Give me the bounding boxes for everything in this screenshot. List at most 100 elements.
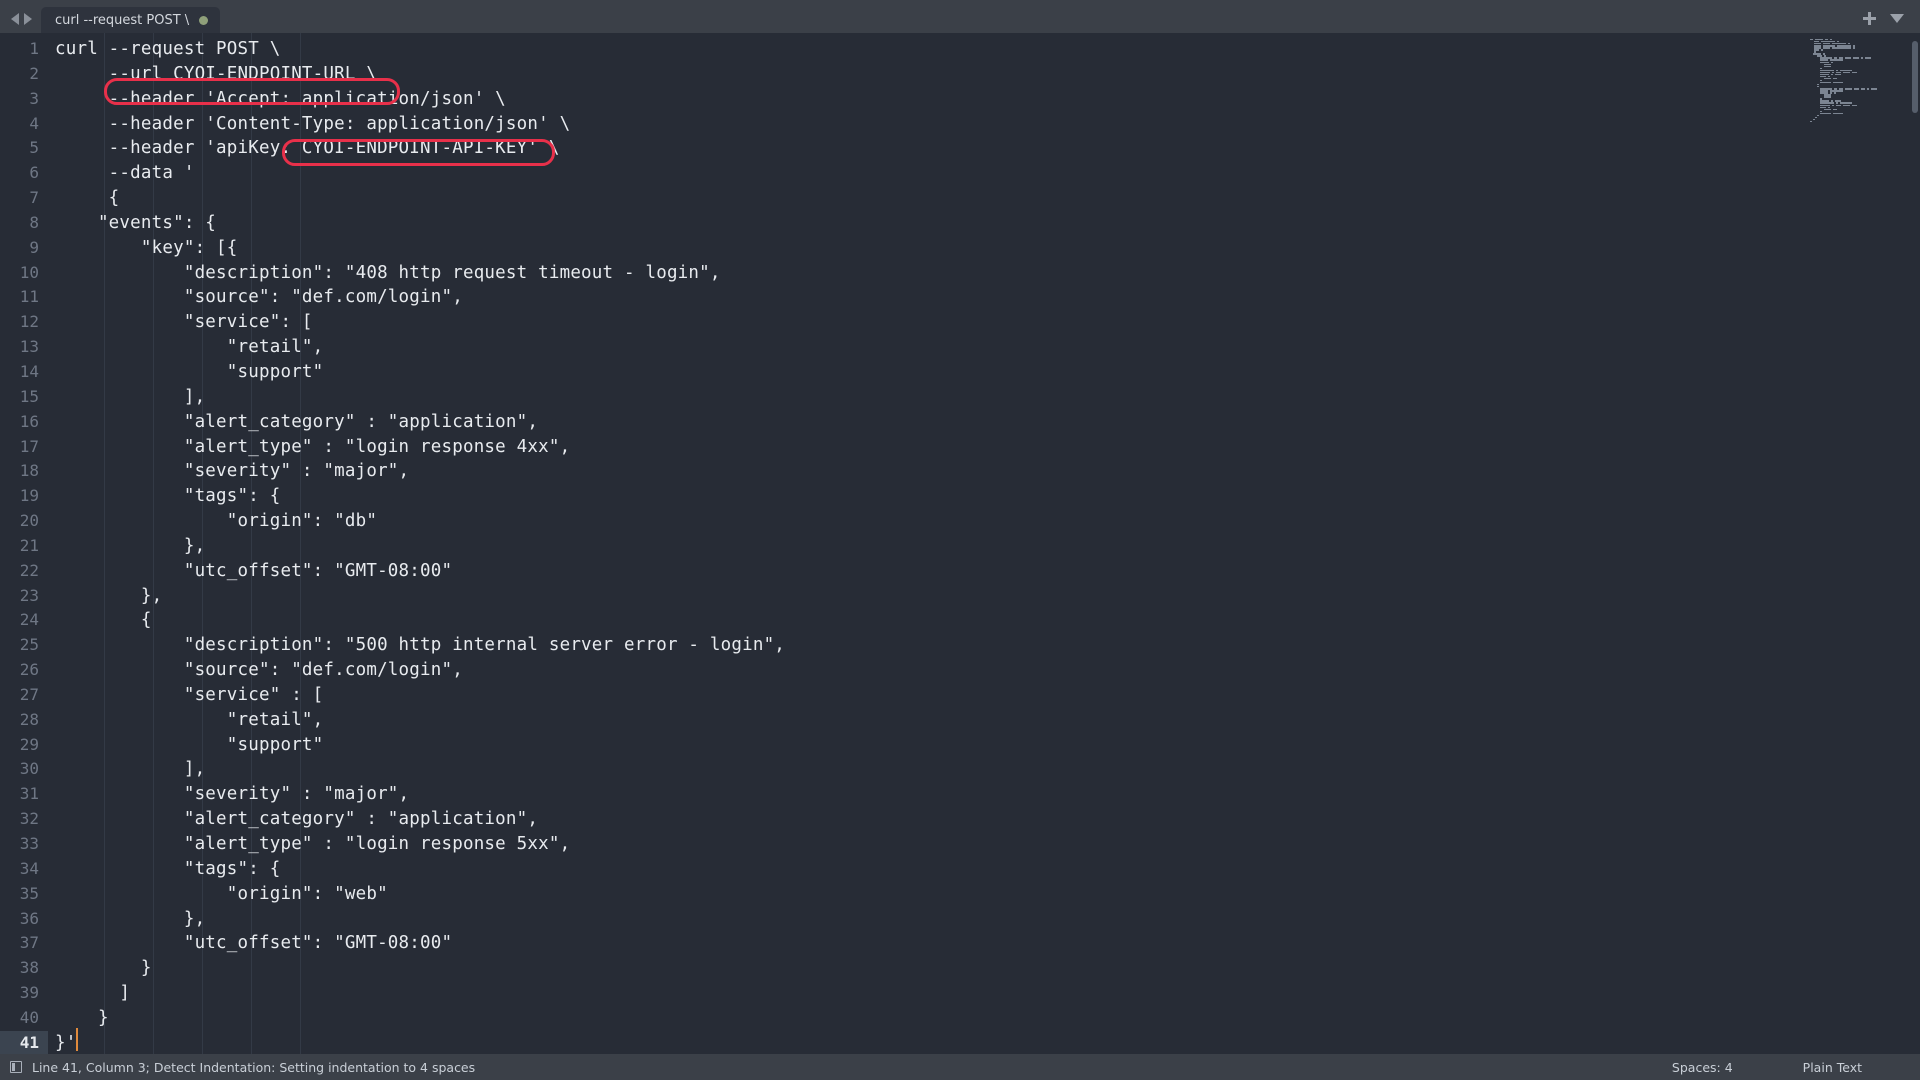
line-text: "source": "def.com/login", [55,287,463,308]
line-text: "retail", [55,337,324,358]
code-editor[interactable]: 1 curl --request POST \ 2 --url CYOI-ENDPO… [0,33,1920,1054]
panel-toggle-icon[interactable] [10,1061,22,1073]
code-line[interactable]: 9 "key": [{ [0,236,1920,261]
line-text: "events": { [55,212,217,233]
line-text: "alert_category" : "application", [55,809,539,830]
code-line[interactable]: 1 curl --request POST \ [0,37,1920,62]
code-line[interactable]: 15 ], [0,385,1920,410]
code-line[interactable]: 10 "description": "408 http request time… [0,261,1920,286]
line-number: 7 [29,188,39,208]
editor-tab-label: curl --request POST \ [55,12,190,28]
line-number: 27 [19,684,39,704]
chevron-down-icon[interactable] [1890,14,1904,23]
line-text: ], [55,386,206,407]
tab-bar-actions [1863,12,1920,33]
code-line[interactable]: 37 "utc_offset": "GMT-08:00" [0,931,1920,956]
line-number: 5 [29,138,39,158]
code-line[interactable]: 20 "origin": "db" [0,509,1920,534]
code-line[interactable]: 22 "utc_offset": "GMT-08:00" [0,559,1920,584]
line-number: 2 [29,63,39,83]
code-lines[interactable]: 1 curl --request POST \ 2 --url CYOI-ENDPO… [0,33,1920,1054]
code-line[interactable]: 29 "support" [0,733,1920,758]
line-number: 37 [19,933,39,953]
status-bar: Line 41, Column 3; Detect Indentation: S… [0,1054,1920,1080]
line-number: 24 [19,610,39,630]
code-line[interactable]: 36 }, [0,907,1920,932]
line-text: "utc_offset": "GMT-08:00" [55,560,453,581]
line-text: "service" : [ [55,684,324,705]
unsaved-dot-icon[interactable] [199,15,209,25]
line-text: "service": [ [55,312,313,333]
status-message: Line 41, Column 3; Detect Indentation: S… [32,1059,476,1075]
line-text: "tags": { [55,858,281,879]
arrow-right-icon[interactable] [24,13,32,25]
arrow-left-icon[interactable] [11,13,19,25]
code-line[interactable]: 31 "severity" : "major", [0,782,1920,807]
code-line[interactable]: 4 --header 'Content-Type: application/js… [0,112,1920,137]
line-text: }, [55,585,163,606]
code-line[interactable]: 19 "tags": { [0,484,1920,509]
code-line[interactable]: 24 { [0,608,1920,633]
line-text: "key": [{ [55,237,238,258]
line-text: "alert_category" : "application", [55,411,539,432]
code-line[interactable]: 3 --header 'Accept: application/json' \ [0,87,1920,112]
code-line[interactable]: 14 "support" [0,360,1920,385]
code-line[interactable]: 13 "retail", [0,335,1920,360]
code-line[interactable]: 39 ] [0,981,1920,1006]
code-line[interactable]: 16 "alert_category" : "application", [0,410,1920,435]
code-line[interactable]: 32 "alert_category" : "application", [0,807,1920,832]
line-number: 34 [19,858,39,878]
code-line[interactable]: 33 "alert_type" : "login response 5xx", [0,832,1920,857]
line-text: "support" [55,734,324,755]
code-line[interactable]: 8 "events": { [0,211,1920,236]
code-line[interactable]: 12 "service": [ [0,310,1920,335]
line-text: "retail", [55,709,324,730]
code-line[interactable]: 11 "source": "def.com/login", [0,285,1920,310]
line-text: --header 'apiKey: CYOI-ENDPOINT-API-KEY'… [55,138,560,159]
line-text: "severity" : "major", [55,461,410,482]
line-number: 18 [19,461,39,481]
line-number: 29 [19,734,39,754]
code-line[interactable]: 30 ], [0,757,1920,782]
line-number: 6 [29,163,39,183]
code-line[interactable]: 7 { [0,186,1920,211]
line-number: 19 [19,486,39,506]
line-number: 20 [19,511,39,531]
code-line[interactable]: 18 "severity" : "major", [0,459,1920,484]
line-text: { [55,188,120,209]
line-number: 26 [19,660,39,680]
line-text: }' [48,1027,80,1054]
editor-tab[interactable]: curl --request POST \ [41,7,221,33]
line-number: 15 [19,386,39,406]
line-number: 9 [29,237,39,257]
code-line[interactable]: 27 "service" : [ [0,683,1920,708]
code-line[interactable]: 2 --url CYOI-ENDPOINT-URL \ [0,62,1920,87]
minimap[interactable] [1810,39,1920,1054]
code-line[interactable]: 26 "source": "def.com/login", [0,658,1920,683]
syntax-mode[interactable]: Plain Text [1803,1060,1862,1075]
code-line[interactable]: 23 }, [0,584,1920,609]
code-line[interactable]: 38 } [0,956,1920,981]
line-number: 41 [0,1030,48,1054]
code-line[interactable]: 17 "alert_type" : "login response 4xx", [0,435,1920,460]
code-line[interactable]: 40 } [0,1006,1920,1031]
minimap-line [1810,120,1920,123]
minimap-scrollbar[interactable] [1912,41,1918,113]
line-number: 31 [19,784,39,804]
line-number: 8 [29,212,39,232]
line-number: 16 [19,411,39,431]
code-line[interactable]: 34 "tags": { [0,857,1920,882]
code-line[interactable]: 5 --header 'apiKey: CYOI-ENDPOINT-API-KE… [0,136,1920,161]
tab-navigation [0,13,41,33]
line-text: curl --request POST \ [55,39,281,59]
code-line[interactable]: 28 "retail", [0,708,1920,733]
code-line[interactable]: 25 "description": "500 http internal ser… [0,633,1920,658]
code-line[interactable]: 41}' [0,1027,1920,1054]
line-text: "description": "500 http internal server… [55,635,786,656]
line-number: 14 [19,361,39,381]
code-line[interactable]: 35 "origin": "web" [0,882,1920,907]
plus-icon[interactable] [1863,12,1876,25]
indentation-setting[interactable]: Spaces: 4 [1672,1060,1733,1075]
code-line[interactable]: 6 --data ' [0,161,1920,186]
code-line[interactable]: 21 }, [0,534,1920,559]
